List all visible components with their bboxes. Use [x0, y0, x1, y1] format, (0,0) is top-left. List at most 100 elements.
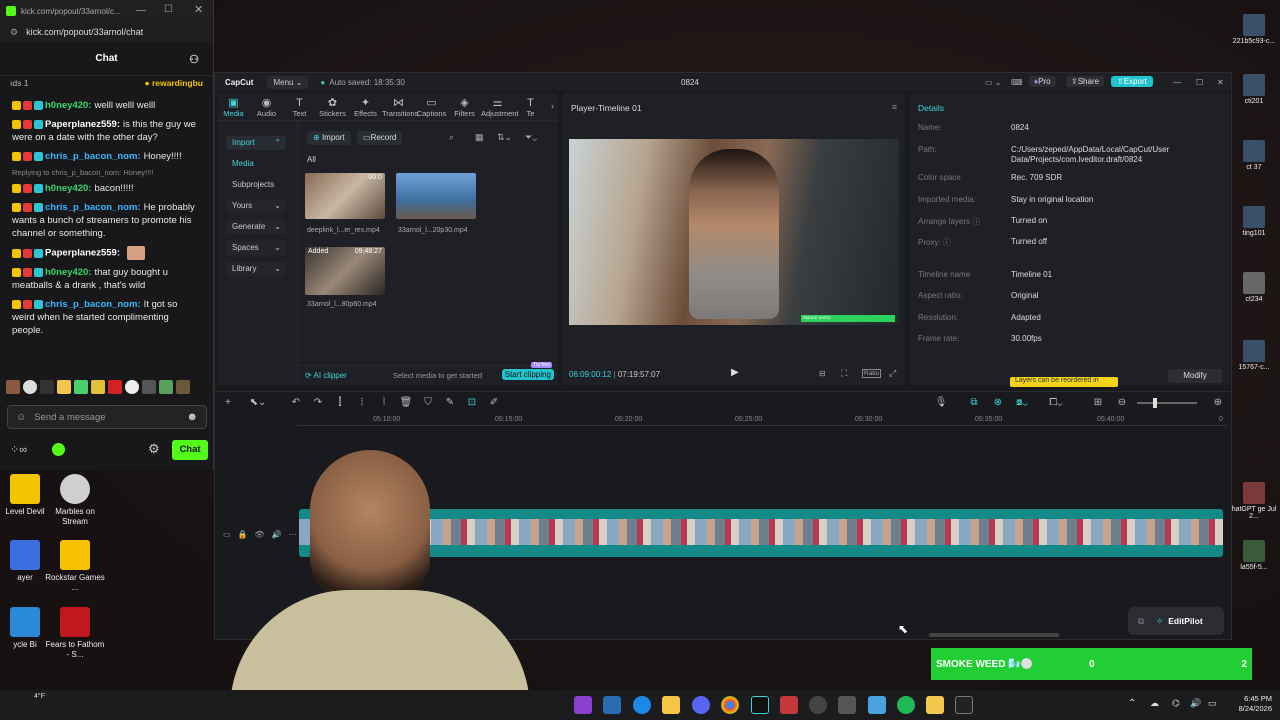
link-icon[interactable]: ⧉ [963, 397, 985, 408]
discord-icon[interactable] [692, 696, 710, 714]
cloud-icon[interactable]: ☁ [1150, 698, 1159, 709]
undo-icon[interactable]: ↶ [285, 397, 307, 408]
layout-icon[interactable]: ▭ ⌄ [985, 78, 1001, 87]
minimize-icon[interactable]: — [1173, 78, 1181, 87]
clock[interactable]: 6:45 PM 8/24/2026 [1226, 694, 1272, 714]
battery-icon[interactable]: ▭ [1208, 698, 1217, 709]
edge-icon[interactable] [633, 696, 651, 714]
smiley-icon[interactable]: ☻ [186, 411, 198, 423]
export-button[interactable]: ⇧Export [1111, 76, 1153, 87]
users-icon[interactable]: ⚇ [189, 53, 199, 66]
all-tab[interactable]: All [307, 155, 316, 164]
tab-stickers[interactable]: ✿ Stickers [316, 93, 349, 120]
editpilot-widget[interactable]: ⧉ ✧ EditPilot [1128, 607, 1224, 635]
desktop-icon-rockstar[interactable]: Rockstar Games ... [45, 540, 105, 593]
sort-icon[interactable]: ⇅⌄ [497, 132, 512, 143]
desktop-icon-fears-to-fathom[interactable]: Fears to Fathom - S... [45, 607, 105, 660]
chat-username[interactable]: Paperplanez559: [45, 248, 120, 259]
add-icon[interactable]: + [217, 397, 239, 408]
wifi-icon[interactable]: ⌬ [1172, 698, 1180, 709]
emote-icon[interactable] [74, 380, 88, 394]
chat-username[interactable]: h0ney420: [45, 267, 91, 278]
volume-icon[interactable]: 🔊 [1190, 698, 1201, 709]
chat-username[interactable]: Paperplanez559: [45, 119, 120, 130]
marker-icon[interactable]: ⛉ [417, 397, 439, 408]
sidebar-media[interactable]: Media [226, 157, 286, 171]
player-video[interactable]: SMOKE WEED [569, 139, 899, 325]
weather-widget[interactable]: 4°F [34, 693, 45, 700]
taskbar-app-icon[interactable] [868, 696, 886, 714]
sidebar-generate[interactable]: Generate ⌄ [226, 220, 286, 234]
desktop-icon-marbles[interactable]: Marbles on Stream [45, 474, 105, 527]
emote-icon[interactable] [125, 380, 139, 394]
expand-icon[interactable]: ⤢ [889, 368, 896, 379]
tab-effects[interactable]: ✦ Effects [349, 93, 382, 120]
start-clipping-button[interactable]: Start clipping [501, 369, 554, 380]
tab-transitions[interactable]: ⋈ Transitions [382, 93, 418, 120]
preview-axis-icon[interactable]: ⧠⌄ [1045, 397, 1067, 408]
magnet-icon[interactable]: ⊗ [987, 397, 1009, 408]
emote-icon[interactable] [159, 380, 173, 394]
emote-picker-icon[interactable]: ☺ [16, 412, 26, 423]
filter-icon[interactable]: ⏷⌄ [525, 132, 537, 143]
chat-username[interactable]: chris_p_bacon_nom: [45, 202, 141, 213]
desktop-icon-right-7[interactable]: hatGPT ge Jul 2... [1230, 482, 1278, 520]
pro-button[interactable]: ♦Pro [1029, 76, 1056, 87]
sidebar-import[interactable]: Import ⌃ [226, 136, 286, 150]
chat-username[interactable]: h0ney420: [45, 183, 91, 194]
emote-icon[interactable] [6, 380, 20, 394]
emote-icon[interactable] [91, 380, 105, 394]
tab-media[interactable]: ▣ Media [217, 93, 250, 120]
kick-k-icon[interactable] [52, 443, 65, 456]
keyboard-icon[interactable]: ⌨ [1011, 78, 1023, 87]
play-icon[interactable]: ▶ [731, 367, 739, 378]
ai-clipper-label[interactable]: ⟳ AI clipper [305, 371, 347, 380]
share-button[interactable]: ⇪Share [1066, 76, 1105, 87]
emote-icon[interactable] [23, 380, 37, 394]
reward-notice[interactable]: ● rewardingbu [144, 78, 203, 92]
emote-icon[interactable] [108, 380, 122, 394]
split-right-icon[interactable]: ⦚ [373, 397, 395, 408]
emote-icon[interactable] [176, 380, 190, 394]
crop-icon[interactable]: ⛶ [841, 368, 847, 379]
maximize-icon[interactable]: ☐ [164, 4, 173, 15]
player-menu-icon[interactable]: ≡ [892, 102, 897, 112]
media-thumb-2[interactable] [396, 173, 476, 219]
search-icon[interactable]: ⌕ [449, 132, 454, 143]
timeline-scrollbar[interactable] [929, 633, 1059, 637]
zoom-slider-handle[interactable] [1153, 398, 1157, 408]
chat-username[interactable]: h0ney420: [45, 100, 91, 111]
fullscreen-preview-icon[interactable]: ⊟ [819, 369, 826, 378]
sidebar-subprojects[interactable]: Subprojects [226, 178, 286, 192]
zoom-in-icon[interactable]: ⊕ [1207, 397, 1229, 408]
media-thumb-1[interactable]: 00:0 [305, 173, 385, 219]
snap-icon[interactable]: ⧇⌄ [1011, 397, 1033, 408]
desktop-icon-right-8[interactable]: la55f-5... [1230, 540, 1278, 571]
desktop-icon-right-1[interactable]: 221b5c93-c... [1230, 14, 1278, 45]
tab-audio[interactable]: ◉ Audio [250, 93, 283, 120]
caption-icon[interactable]: ⊞ [1087, 397, 1109, 408]
emote-icon[interactable] [40, 380, 54, 394]
emote-icon[interactable] [142, 380, 156, 394]
chevron-right-icon[interactable]: › [551, 101, 554, 111]
desktop-icon-right-5[interactable]: ct234 [1230, 272, 1278, 303]
menu-button[interactable]: Menu ⌄ [267, 75, 309, 89]
desktop-icon-right-2[interactable]: cti201 [1230, 74, 1278, 105]
ratio-button[interactable]: Ratio [862, 369, 882, 378]
import-button[interactable]: ⊕ Import [307, 131, 351, 145]
delete-icon[interactable]: 🗑 [395, 397, 417, 408]
settings-gear-icon[interactable]: ⚙ [148, 441, 160, 457]
taskbar-app-icon[interactable] [780, 696, 798, 714]
desktop-icon-right-4[interactable]: ting101 [1230, 206, 1278, 237]
grid-view-icon[interactable]: ▦ [475, 132, 484, 143]
tab-adjustment[interactable]: ⚌ Adjustment [481, 93, 519, 120]
record-button[interactable]: ▭Record [357, 131, 403, 145]
redo-icon[interactable]: ↷ [307, 397, 329, 408]
modify-button[interactable]: Modify [1168, 369, 1222, 383]
tab-filters[interactable]: ◈ Filters [448, 93, 481, 120]
message-input[interactable]: ☺ Send a message ☻ [7, 405, 207, 429]
file-explorer-icon[interactable] [662, 696, 680, 714]
taskbar-app-icon[interactable] [574, 696, 592, 714]
taskbar-app-icon[interactable] [838, 696, 856, 714]
spotify-icon[interactable] [897, 696, 915, 714]
